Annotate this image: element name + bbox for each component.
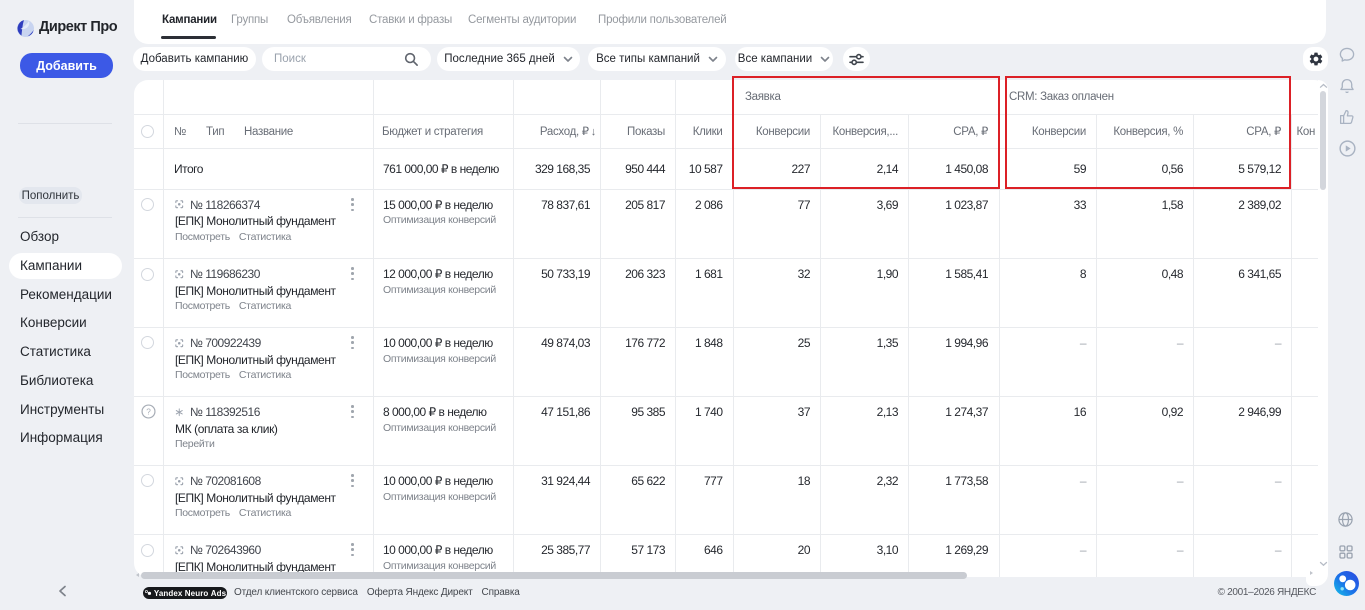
svg-text:?: ? — [146, 408, 151, 417]
